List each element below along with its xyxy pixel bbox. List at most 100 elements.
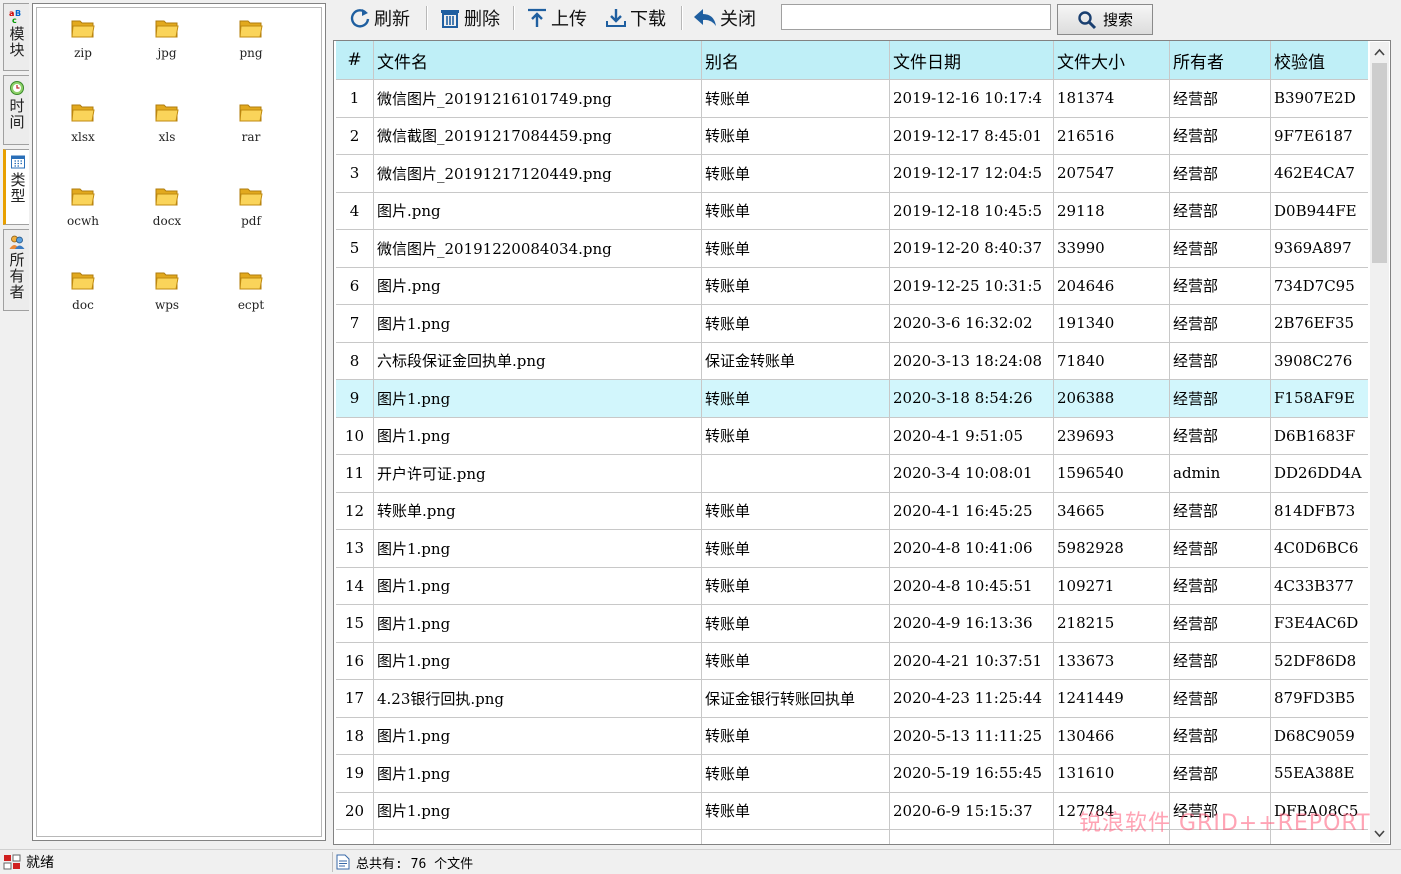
table-row[interactable]: 15 图片1.png 转账单 2020-4-9 16:13:36 218215 经营部 F3… (336, 605, 1368, 643)
close-button[interactable]: 关闭 (693, 4, 756, 32)
folder-name: pdf (241, 214, 261, 228)
folder-icon (71, 188, 95, 206)
tab-type[interactable]: 类型 (3, 149, 29, 225)
calendar-grid-icon (10, 155, 25, 169)
folder-icon (239, 20, 263, 38)
table-row[interactable]: 2 微信截图_20191217084459.png 转账单 2019-12-17 8:… (336, 117, 1368, 155)
cell-file-size: 1596540 (1054, 455, 1170, 492)
cell-file-date: 2020-3-4 10:08:01 (890, 455, 1054, 492)
search-button[interactable]: 搜索 (1057, 4, 1153, 35)
table-row[interactable]: 13 图片1.png 转账单 2020-4-8 10:41:06 5982928 经营部 4… (336, 530, 1368, 568)
cell-row-number: 16 (336, 642, 374, 679)
column-header-file-name[interactable]: 文件名 (374, 41, 702, 79)
column-header-row-number[interactable]: # (336, 41, 374, 79)
cell-alias: 转账单 (702, 417, 890, 454)
search-input[interactable] (781, 4, 1051, 30)
table-row[interactable]: 9 图片1.png 转账单 2020-3-18 8:54:26 206388 经营部 F15… (336, 380, 1368, 418)
cell-row-number: 17 (336, 680, 374, 717)
cell-row-number: 14 (336, 567, 374, 604)
folder-item[interactable]: ecpt (221, 268, 281, 312)
table-row[interactable]: 18 图片1.png 转账单 2020-5-13 11:11:25 130466 经营部 D… (336, 717, 1368, 755)
folder-item[interactable]: xlsx (53, 100, 113, 144)
cell-checksum (1271, 830, 1368, 844)
table-row[interactable]: 12 转账单.png 转账单 2020-4-1 16:45:25 34665 经营部 814… (336, 492, 1368, 530)
table-row[interactable]: 20 图片1.png 转账单 2020-6-9 15:15:37 127784 经营部 DF… (336, 792, 1368, 830)
cell-file-size: 127784 (1054, 792, 1170, 829)
cell-alias: 转账单 (702, 155, 890, 192)
cell-checksum: 3908C276 (1274, 351, 1353, 370)
cell-file-date (890, 830, 1054, 844)
table-row[interactable]: 1 微信图片_20191216101749.png 转账单 2019-12-16 10… (336, 80, 1368, 118)
cell-owner: 经营部 (1170, 755, 1271, 792)
folder-item[interactable]: wps (137, 268, 197, 312)
table-row[interactable]: 11 开户许可证.png 2020-3-4 10:08:01 1596540 admin… (336, 455, 1368, 493)
cell-owner: 经营部 (1170, 717, 1271, 754)
table-row[interactable]: 4 图片.png 转账单 2019-12-18 10:45:5 29118 经营部 D0B9… (336, 192, 1368, 230)
file-grid: # 文件名 别名 文件日期 文件大小 所有者 校验值 1 微信图片_20191216101749… (333, 40, 1391, 845)
folder-item[interactable]: ocwh (53, 184, 113, 228)
cell-checksum: 4C0D6BC6 (1274, 539, 1359, 558)
tab-owner[interactable]: 所有者 (3, 229, 29, 311)
cell-checksum: 2B76EF35 (1274, 314, 1355, 333)
cell-alias: 转账单 (702, 230, 890, 267)
cell-alias (702, 455, 890, 492)
column-header-checksum[interactable]: 校验值 (1271, 41, 1368, 79)
status-left: 就绪 (3, 852, 325, 872)
table-row[interactable]: 5 微信图片_20191220084034.png 转账单 2019-12-20 8:… (336, 230, 1368, 268)
cell-owner: 经营部 (1170, 417, 1271, 454)
tab-time[interactable]: 时间 (3, 75, 29, 145)
table-row[interactable]: 14 图片1.png 转账单 2020-4-8 10:45:51 109271 经营部 4C… (336, 567, 1368, 605)
cell-file-date: 2020-3-13 18:24:08 (890, 342, 1054, 379)
column-header-alias[interactable]: 别名 (702, 41, 890, 79)
download-button[interactable]: 下载 (605, 4, 666, 32)
folder-item[interactable]: xls (137, 100, 197, 144)
cell-file-date: 2020-5-13 11:11:25 (890, 717, 1054, 754)
folder-item[interactable]: jpg (137, 16, 197, 60)
table-row[interactable] (336, 830, 1368, 844)
folder-item[interactable]: pdf (221, 184, 281, 228)
folder-panel: zip jpg png xlsx xls rar ocwh docx pdf d… (32, 3, 326, 841)
cell-checksum: DFBA08C5 (1274, 801, 1359, 820)
scroll-up-button[interactable] (1370, 42, 1389, 61)
folder-item[interactable]: rar (221, 100, 281, 144)
cell-file-name: 微信截图_20191217084459.png (374, 117, 702, 154)
cell-owner: 经营部 (1170, 567, 1271, 604)
column-header-owner[interactable]: 所有者 (1170, 41, 1271, 79)
table-row[interactable]: 10 图片1.png 转账单 2020-4-1 9:51:05 239693 经营部 D6B… (336, 417, 1368, 455)
folder-item[interactable]: png (221, 16, 281, 60)
folder-item[interactable]: doc (53, 268, 113, 312)
document-icon (336, 854, 350, 870)
table-row[interactable]: 7 图片1.png 转账单 2020-3-6 16:32:02 191340 经营部 2B7… (336, 305, 1368, 343)
cell-file-date: 2020-4-8 10:41:06 (890, 530, 1054, 567)
table-row[interactable]: 17 4.23银行回执.png 保证金银行转账回执单 2020-4-23 11:25:… (336, 680, 1368, 718)
column-header-file-size[interactable]: 文件大小 (1054, 41, 1170, 79)
table-row[interactable]: 3 微信图片_20191217120449.png 转账单 2019-12-17 12… (336, 155, 1368, 193)
cell-checksum: 4C33B377 (1274, 576, 1354, 595)
cell-file-name: 图片1.png (374, 717, 702, 754)
cell-file-size: 5982928 (1054, 530, 1170, 567)
folder-item[interactable]: docx (137, 184, 197, 228)
vertical-scrollbar[interactable] (1370, 42, 1389, 843)
cell-checksum: 462E4CA7 (1274, 164, 1355, 183)
cell-file-date: 2020-4-23 11:25:44 (890, 680, 1054, 717)
table-row[interactable]: 8 六标段保证金回执单.png 保证金转账单 2020-3-13 18:24:08 71… (336, 342, 1368, 380)
cell-file-size: 181374 (1054, 80, 1170, 117)
table-row[interactable]: 19 图片1.png 转账单 2020-5-19 16:55:45 131610 经营部 5… (336, 755, 1368, 793)
cell-file-size: 216516 (1054, 117, 1170, 154)
column-header-file-date[interactable]: 文件日期 (890, 41, 1054, 79)
cell-file-date: 2019-12-17 8:45:01 (890, 117, 1054, 154)
delete-button[interactable]: 删除 (439, 4, 500, 32)
scroll-down-button[interactable] (1370, 824, 1389, 843)
tab-module[interactable]: a B c 模块 (3, 3, 29, 71)
close-label: 关闭 (720, 9, 756, 30)
table-row[interactable]: 6 图片.png 转账单 2019-12-25 10:31:5 204646 经营部 734… (336, 267, 1368, 305)
tab-type-label: 类型 (8, 172, 27, 204)
refresh-button[interactable]: 刷新 (349, 4, 410, 32)
folder-item[interactable]: zip (53, 16, 113, 60)
cell-file-date: 2019-12-18 10:45:5 (890, 192, 1054, 229)
upload-button[interactable]: 上传 (526, 4, 587, 32)
scroll-thumb[interactable] (1372, 63, 1387, 263)
status-grid-icon (3, 854, 21, 870)
table-row[interactable]: 16 图片1.png 转账单 2020-4-21 10:37:51 133673 经营部 5… (336, 642, 1368, 680)
cell-file-name: 图片1.png (374, 792, 702, 829)
